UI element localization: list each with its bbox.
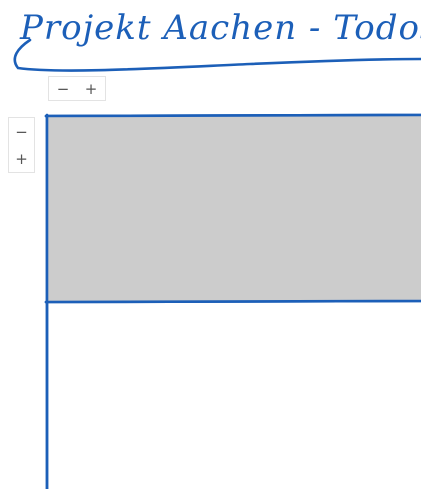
page-title: Projekt Aachen - Todos [20, 8, 421, 48]
vertical-zoom-control: − + [8, 117, 35, 173]
vertical-zoom-out-button[interactable]: − [11, 122, 33, 142]
horizontal-zoom-control: − + [48, 76, 106, 101]
horizontal-zoom-in-button[interactable]: + [80, 79, 102, 99]
board-canvas[interactable]: Projekt Aachen - Todos − + − + [0, 0, 421, 489]
grey-fill-block [47, 116, 421, 302]
vertical-zoom-in-button[interactable]: + [11, 149, 33, 169]
horizontal-zoom-out-button[interactable]: − [52, 79, 74, 99]
